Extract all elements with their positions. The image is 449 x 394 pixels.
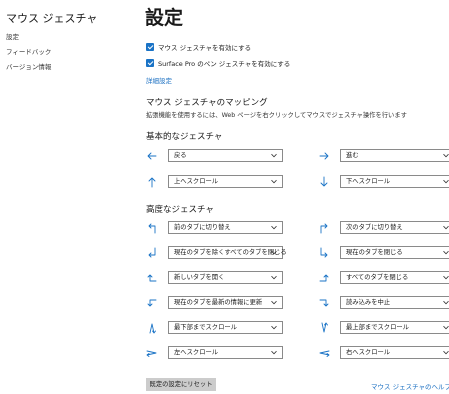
basic-gestures-title: 基本的なジェスチャ (146, 132, 223, 142)
gesture-row: 右へスクロール (318, 346, 449, 359)
gesture-action-value: 下へスクロール (346, 178, 391, 185)
left-down-gesture-icon (146, 297, 158, 309)
gesture-action-select[interactable]: 最下部までスクロール (168, 321, 283, 334)
gesture-row: 進む (318, 149, 449, 162)
app-title: マウス ジェスチャ (6, 12, 98, 25)
gesture-action-select[interactable]: 現在のタブを閉じる (340, 246, 449, 259)
advanced-settings-link[interactable]: 詳細設定 (146, 75, 172, 85)
page-title: 設定 (145, 7, 184, 29)
gesture-row: すべてのタブを閉じる (318, 271, 449, 284)
gesture-action-select[interactable]: 進む (340, 149, 449, 162)
enable-mouse-gestures-option[interactable]: マウス ジェスチャを有効にする (146, 42, 251, 52)
up-right-gesture-icon (318, 222, 330, 234)
arrow-right-icon (318, 150, 330, 162)
arrow-up-icon (146, 176, 158, 188)
gesture-action-value: 左へスクロール (174, 349, 219, 356)
gesture-action-value: すべてのタブを閉じる (346, 274, 409, 281)
gesture-row: 最下部までスクロール (146, 321, 283, 334)
gesture-row: 新しいタブを開く (146, 271, 283, 284)
gesture-action-select[interactable]: 戻る (168, 149, 283, 162)
right-up-gesture-icon (318, 272, 330, 284)
gesture-row: 下へスクロール (318, 175, 449, 188)
gesture-action-value: 右へスクロール (346, 349, 391, 356)
chevron-down-icon (271, 300, 277, 305)
gesture-row: 次のタブに切り替え (318, 221, 449, 234)
gesture-action-value: 読み込みを中止 (346, 299, 391, 306)
gesture-action-select[interactable]: 右へスクロール (340, 346, 449, 359)
gesture-action-select[interactable]: 前のタブに切り替え (168, 221, 283, 234)
advanced-gestures-title: 高度なジェスチャ (146, 205, 214, 215)
gesture-action-value: 最上部までスクロール (346, 324, 409, 331)
gesture-row: 戻る (146, 149, 283, 162)
gesture-row: 前のタブに切り替え (146, 221, 283, 234)
right-left-gesture-icon (146, 347, 158, 359)
gesture-row: 左へスクロール (146, 346, 283, 359)
enable-mouse-gestures-checkbox[interactable] (146, 43, 154, 51)
chevron-down-icon (271, 153, 277, 158)
gesture-action-select[interactable]: 現在のタブを最新の情報に更新 (168, 296, 283, 309)
left-up-gesture-icon (146, 272, 158, 284)
sidebar-nav: 設定 フィードバック バージョン情報 (6, 30, 51, 75)
chevron-down-icon (443, 300, 449, 305)
right-down-gesture-icon (318, 297, 330, 309)
down-right-gesture-icon (318, 247, 330, 259)
gesture-row: 最上部までスクロール (318, 321, 449, 334)
enable-pen-gestures-option[interactable]: Surface Pro のペン ジェスチャを有効にする (146, 58, 290, 68)
chevron-down-icon (443, 153, 449, 158)
gesture-action-select[interactable]: 次のタブに切り替え (340, 221, 449, 234)
gesture-action-value: 前のタブに切り替え (174, 224, 231, 231)
chevron-down-icon (271, 325, 277, 330)
gesture-action-value: 上へスクロール (174, 178, 219, 185)
chevron-down-icon (271, 225, 277, 230)
nav-item-feedback[interactable]: フィードバック (6, 45, 51, 60)
gesture-action-value: 進む (346, 152, 359, 159)
gesture-row: 現在のタブを閉じる (318, 246, 449, 259)
gesture-action-select[interactable]: 下へスクロール (340, 175, 449, 188)
down-up-gesture-icon (318, 322, 330, 334)
chevron-down-icon (271, 275, 277, 280)
up-down-gesture-icon (146, 322, 158, 334)
chevron-down-icon (443, 325, 449, 330)
gesture-row: 上へスクロール (146, 175, 283, 188)
gesture-action-value: 現在のタブを閉じる (346, 249, 403, 256)
up-left-gesture-icon (146, 222, 158, 234)
chevron-down-icon (443, 350, 449, 355)
gesture-action-select[interactable]: 最上部までスクロール (340, 321, 449, 334)
gesture-action-select[interactable]: 上へスクロール (168, 175, 283, 188)
arrow-left-icon (146, 150, 158, 162)
nav-item-settings[interactable]: 設定 (6, 30, 51, 45)
left-right-gesture-icon (318, 347, 330, 359)
gesture-action-select[interactable]: 左へスクロール (168, 346, 283, 359)
gesture-action-value: 現在のタブを除くすべてのタブを閉じる (174, 249, 287, 256)
mapping-description: 拡張機能を使用するには、Web ページを右クリックしてマウスでジェスチャ操作を行… (146, 112, 407, 119)
enable-pen-gestures-checkbox[interactable] (146, 59, 154, 67)
gesture-action-select[interactable]: 新しいタブを開く (168, 271, 283, 284)
chevron-down-icon (443, 225, 449, 230)
help-link[interactable]: マウス ジェスチャのヘルプ (371, 381, 449, 391)
chevron-down-icon (443, 275, 449, 280)
reset-defaults-button[interactable]: 既定の設定にリセット (146, 378, 216, 391)
chevron-down-icon (271, 250, 277, 255)
down-left-gesture-icon (146, 247, 158, 259)
gesture-action-value: 次のタブに切り替え (346, 224, 403, 231)
enable-pen-gestures-label: Surface Pro のペン ジェスチャを有効にする (158, 60, 291, 68)
mapping-title: マウス ジェスチャのマッピング (146, 98, 268, 108)
arrow-down-icon (318, 176, 330, 188)
gesture-action-value: 新しいタブを開く (174, 274, 225, 281)
chevron-down-icon (271, 179, 277, 184)
gesture-action-value: 最下部までスクロール (174, 324, 237, 331)
gesture-action-select[interactable]: 現在のタブを除くすべてのタブを閉じる (168, 246, 287, 259)
chevron-down-icon (443, 250, 449, 255)
chevron-down-icon (443, 179, 449, 184)
gesture-row: 現在のタブを最新の情報に更新 (146, 296, 283, 309)
gesture-action-value: 戻る (174, 152, 187, 159)
enable-mouse-gestures-label: マウス ジェスチャを有効にする (158, 44, 252, 52)
gesture-row: 現在のタブを除くすべてのタブを閉じる (146, 246, 287, 259)
nav-item-version-info[interactable]: バージョン情報 (6, 60, 51, 75)
gesture-action-value: 現在のタブを最新の情報に更新 (174, 299, 263, 306)
gesture-row: 読み込みを中止 (318, 296, 449, 309)
gesture-action-select[interactable]: 読み込みを中止 (340, 296, 449, 309)
chevron-down-icon (271, 350, 277, 355)
gesture-action-select[interactable]: すべてのタブを閉じる (340, 271, 449, 284)
